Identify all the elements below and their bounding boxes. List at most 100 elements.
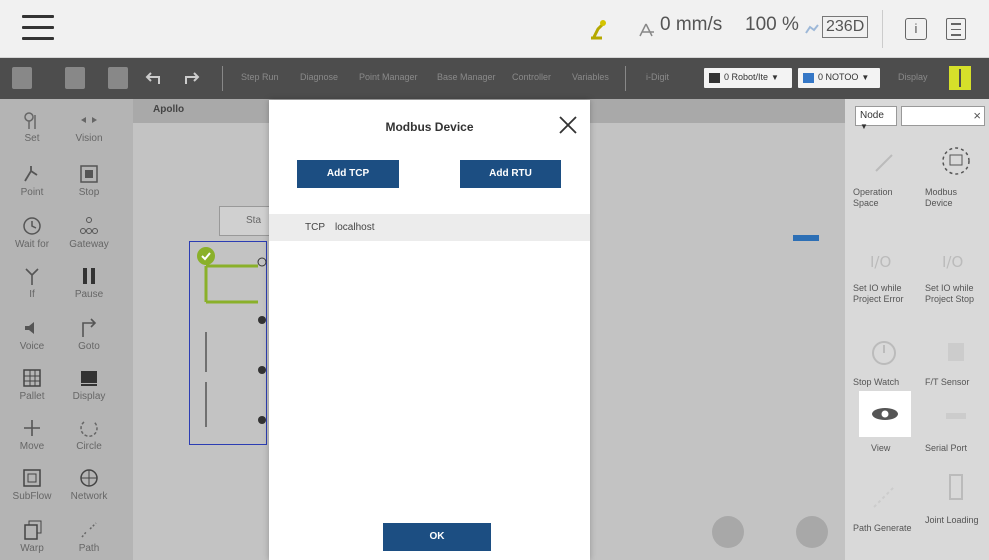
palette-label: Circle [76,441,102,452]
flow-selection-group[interactable] [189,241,267,445]
layout-toggle-icon[interactable] [949,66,971,90]
palette-item-display[interactable]: Display [59,367,119,402]
palette-item-goto[interactable]: Goto [59,317,119,352]
palette-item-point[interactable]: Point [2,163,62,198]
point-manager-button[interactable]: Point Manager [359,72,418,82]
stop-watch-icon [864,331,904,371]
node-set-io-stop[interactable]: I/O Set IO while Project Stop [925,237,987,305]
close-icon[interactable] [558,115,578,135]
node-path-generate[interactable]: Path Generate [853,477,915,534]
zoom-in-icon[interactable] [712,516,744,548]
notoo-dropdown[interactable]: 0 NOTOO ▼ [798,68,880,88]
menu-icon[interactable] [22,15,54,41]
undo-icon[interactable] [145,70,163,86]
ft-sensor-icon [936,331,976,371]
palette-item-voice[interactable]: Voice [2,317,62,352]
stop-icon [78,163,100,185]
save-as-icon[interactable] [65,67,85,89]
path-icon [78,519,100,541]
add-tcp-button[interactable]: Add TCP [297,160,399,188]
gauge-icon [805,24,819,34]
tab-apollo[interactable]: Apollo [153,104,184,115]
caret-icon: ▼ [861,73,870,82]
palette-item-stop[interactable]: Stop [59,163,119,198]
i-digit-button[interactable]: i-Digit [646,72,669,82]
node-label: F/T Sensor [925,377,970,387]
node-label: Operation Space [853,187,893,208]
pause-icon [78,265,100,287]
mini-map-icon[interactable] [793,231,819,243]
set-io-stop-icon: I/O [936,237,976,277]
save-icon[interactable] [12,67,32,89]
svg-text:I/O: I/O [942,253,963,271]
joint-loading-icon [936,469,976,509]
palette-item-if[interactable]: If [2,265,62,300]
device-row[interactable]: TCP localhost [269,214,590,241]
node-label: View [871,443,891,453]
variables-button[interactable]: Variables [572,72,609,82]
if-icon [21,265,43,287]
palette-item-warp[interactable]: Warp [2,519,62,554]
modbus-device-icon [936,141,976,181]
palette-item-move[interactable]: Move [2,417,62,452]
display-button[interactable]: Display [898,72,928,82]
redo-icon[interactable] [182,70,200,86]
palette-label: Wait for [14,239,50,250]
palette-item-subflow[interactable]: SubFlow [2,467,62,502]
status-bar: 0 mm/s 100 % 236D i [0,0,989,58]
node-set-io-error[interactable]: I/O Set IO while Project Error [853,237,915,305]
info-icon[interactable]: i [905,18,927,40]
node-palette: Set Vision Point Stop Wait for Gateway I… [0,99,133,560]
add-rtu-button[interactable]: Add RTU [460,160,561,188]
node-label: Serial Port [925,443,968,453]
palette-label: Pause [74,289,104,300]
base-manager-button[interactable]: Base Manager [437,72,496,82]
node-serial-port[interactable]: Serial Port [925,397,987,454]
palette-item-pallet[interactable]: Pallet [2,367,62,402]
diagnose-button[interactable]: Diagnose [300,72,338,82]
close-icon[interactable]: × [973,108,981,123]
node-search-input[interactable]: × [901,106,985,126]
palette-item-vision[interactable]: Vision [59,109,119,144]
node-stop-watch[interactable]: Stop Watch [853,331,915,388]
open-icon[interactable] [108,67,128,89]
node-modbus-device[interactable]: Modbus Device [925,141,987,209]
palette-label: Point [20,187,44,198]
palette-label: Path [78,543,100,554]
robot-chip-icon [709,73,720,83]
goto-icon [78,317,100,339]
node-filter-dropdown[interactable]: Node ▼ [855,106,897,131]
palette-label: Gateway [69,239,109,250]
palette-item-network[interactable]: Network [59,467,119,502]
path-generate-icon [864,477,904,517]
palette-item-set[interactable]: Set [2,109,62,144]
palette-label: If [29,289,35,300]
node-joint-loading[interactable]: Joint Loading [925,469,987,526]
palette-item-gateway[interactable]: Gateway [59,215,119,250]
palette-item-pause[interactable]: Pause [59,265,119,300]
node-operation-space[interactable]: Operation Space [853,141,915,209]
controller-button[interactable]: Controller [512,72,551,82]
step-run-button[interactable]: Step Run [241,72,279,82]
toolbar: Step Run Diagnose Point Manager Base Man… [0,58,989,99]
node-filter-label: Node [860,110,884,121]
circle-icon [78,417,100,439]
notoo-dropdown-label: 0 NOTOO [818,72,859,82]
ok-button[interactable]: OK [383,523,491,551]
zoom-out-icon[interactable] [796,516,828,548]
subflow-icon [21,467,43,489]
palette-label: Display [72,391,106,402]
node-ft-sensor[interactable]: F/T Sensor [925,331,987,388]
status-box: 236D [822,16,869,38]
palette-item-path[interactable]: Path [59,519,119,554]
flow-graph [197,247,267,427]
palette-item-circle[interactable]: Circle [59,417,119,452]
notoo-chip-icon [803,73,814,83]
node-view[interactable]: View [853,391,915,454]
robot-dropdown[interactable]: 0 Robot/Ite ▼ [704,68,792,88]
palette-label: Pallet [19,391,45,402]
divider [882,10,883,48]
palette-item-wait-for[interactable]: Wait for [2,215,62,250]
document-icon[interactable] [946,18,966,40]
node-label: Set IO while Project Error [853,283,904,304]
